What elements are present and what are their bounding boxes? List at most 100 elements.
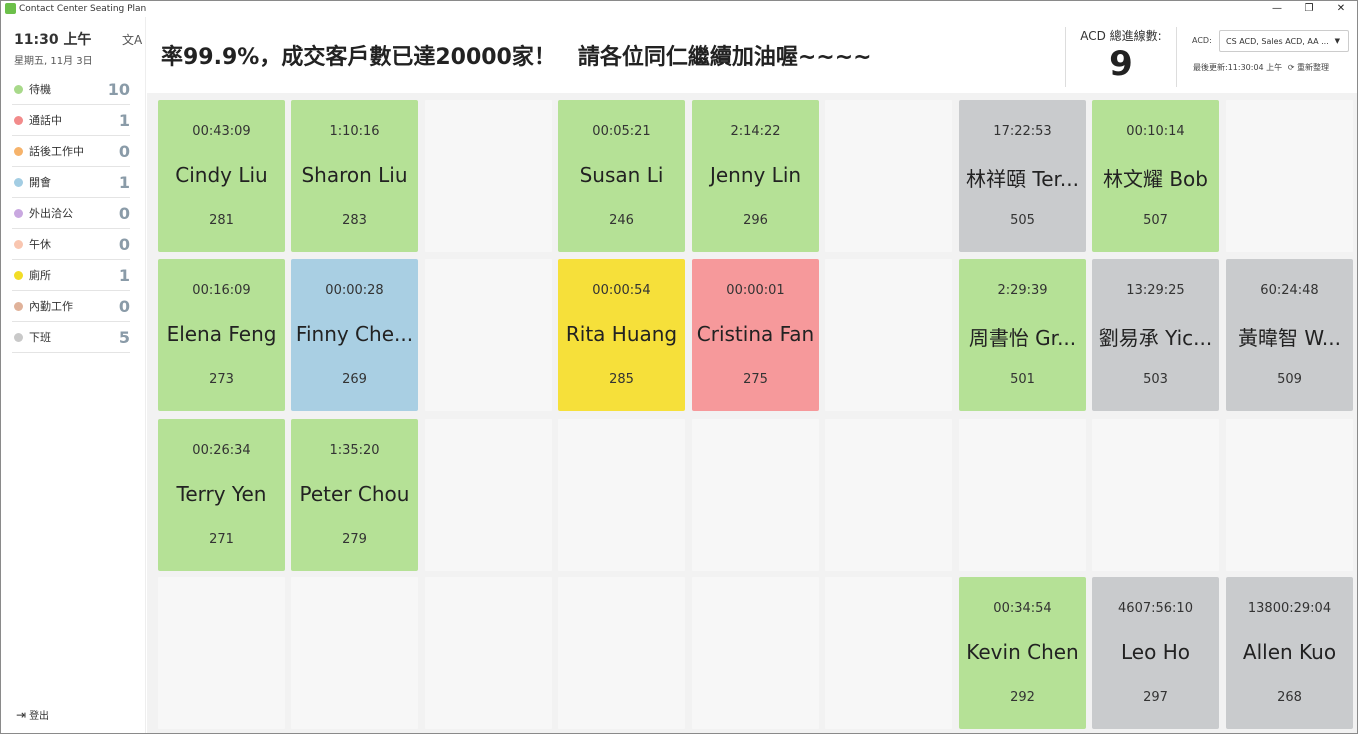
translate-icon[interactable]: 文A xyxy=(122,31,142,48)
status-dot-icon xyxy=(14,208,23,218)
seat-ext: 268 xyxy=(1277,690,1302,705)
empty-seat xyxy=(425,577,552,729)
status-label: 內勤工作 xyxy=(29,300,73,313)
status-dot-icon xyxy=(14,177,23,187)
seat-card[interactable]: 4607:56:10 Leo Ho 297 xyxy=(1092,577,1219,729)
seat-name: Sharon Liu xyxy=(301,163,408,187)
status-row: 午休 0 xyxy=(12,229,130,260)
seat-card[interactable]: 00:26:34 Terry Yen 271 xyxy=(158,419,285,571)
seat-name: Cindy Liu xyxy=(175,163,268,187)
status-dot-icon xyxy=(14,332,23,342)
logout-icon: ⇥ xyxy=(16,707,27,722)
status-dot-icon xyxy=(14,84,23,94)
status-row: 廁所 1 xyxy=(12,260,130,291)
empty-seat xyxy=(959,419,1086,571)
seat-ext: 246 xyxy=(609,213,634,228)
seat-card[interactable]: 00:00:01 Cristina Fan 275 xyxy=(692,259,819,411)
empty-seat xyxy=(692,419,819,571)
seat-card[interactable]: 2:14:22 Jenny Lin 296 xyxy=(692,100,819,252)
announcement-marquee: 率99.9%，成交客戶數已達20000家！ 請各位同仁繼續加油喔~~~~ xyxy=(161,45,872,70)
chevron-down-icon: ▼ xyxy=(1334,37,1340,45)
seat-time: 1:35:20 xyxy=(329,443,380,458)
status-count: 0 xyxy=(118,296,130,316)
minimize-button[interactable]: — xyxy=(1261,1,1293,16)
status-summary-list: 待機 10 通話中 1 話後工作中 0 開會 1 外出洽公 0 午休 0 廁所 1 內勤工作 0 下班 5 xyxy=(12,74,130,353)
last-updated-text: 最後更新:11:30:04 上午 xyxy=(1193,63,1283,72)
seat-name: 劉易承 Yic... xyxy=(1098,326,1213,350)
seat-ext: 501 xyxy=(1010,372,1035,387)
status-label: 通話中 xyxy=(29,114,62,127)
empty-seat xyxy=(291,577,418,729)
empty-seat xyxy=(558,577,685,729)
seat-card[interactable]: 00:34:54 Kevin Chen 292 xyxy=(959,577,1086,729)
seat-card[interactable]: 00:43:09 Cindy Liu 281 xyxy=(158,100,285,252)
seat-time: 00:05:21 xyxy=(592,124,651,139)
status-count: 1 xyxy=(118,265,130,285)
refresh-label: 重新整理 xyxy=(1296,63,1329,72)
seat-card[interactable]: 1:35:20 Peter Chou 279 xyxy=(291,419,418,571)
empty-seat xyxy=(825,259,952,411)
seat-card[interactable]: 00:00:28 Finny Che... 269 xyxy=(291,259,418,411)
acd-total-count: 9 xyxy=(1109,44,1133,84)
status-row: 待機 10 xyxy=(12,74,130,105)
seat-card[interactable]: 60:24:48 黃暐智 W... 509 xyxy=(1226,259,1353,411)
seat-card[interactable]: 00:10:14 林文耀 Bob 507 xyxy=(1092,100,1219,252)
seat-ext: 275 xyxy=(743,372,768,387)
status-count: 1 xyxy=(118,172,130,192)
seat-ext: 297 xyxy=(1143,690,1168,705)
seat-card[interactable]: 13:29:25 劉易承 Yic... 503 xyxy=(1092,259,1219,411)
status-count: 1 xyxy=(118,110,130,130)
title-bar: Contact Center Seating Plan — ❐ ✕ xyxy=(1,1,1357,16)
status-row: 話後工作中 0 xyxy=(12,136,130,167)
seat-ext: 509 xyxy=(1277,372,1302,387)
seat-time: 4607:56:10 xyxy=(1118,601,1193,616)
status-label: 廁所 xyxy=(29,269,51,282)
seat-name: Elena Feng xyxy=(166,322,277,346)
seat-name: Susan Li xyxy=(579,163,664,187)
close-button[interactable]: ✕ xyxy=(1325,1,1357,16)
seat-time: 00:34:54 xyxy=(993,601,1052,616)
seat-ext: 273 xyxy=(209,372,234,387)
seat-time: 1:10:16 xyxy=(329,124,380,139)
seat-card[interactable]: 2:29:39 周書怡 Gr... 501 xyxy=(959,259,1086,411)
window-controls: — ❐ ✕ xyxy=(1261,1,1357,16)
status-row: 外出洽公 0 xyxy=(12,198,130,229)
clock-time: 11:30 上午 xyxy=(14,32,92,48)
seat-name: Terry Yen xyxy=(176,482,267,506)
status-label: 待機 xyxy=(29,83,51,96)
seat-name: 黃暐智 W... xyxy=(1238,326,1341,350)
status-row: 下班 5 xyxy=(12,322,130,353)
seat-card[interactable]: 00:05:21 Susan Li 246 xyxy=(558,100,685,252)
refresh-button[interactable]: ⟳ 重新整理 xyxy=(1288,63,1329,72)
status-count: 10 xyxy=(107,79,130,99)
logout-button[interactable]: ⇥ 登出 xyxy=(16,707,49,723)
window-title: Contact Center Seating Plan xyxy=(19,3,147,14)
status-count: 5 xyxy=(118,327,130,347)
seat-name: Cristina Fan xyxy=(696,322,815,346)
seat-time: 2:29:39 xyxy=(997,283,1048,298)
seat-ext: 269 xyxy=(342,372,367,387)
status-dot-icon xyxy=(14,146,23,156)
seat-card[interactable]: 1:10:16 Sharon Liu 283 xyxy=(291,100,418,252)
seat-ext: 296 xyxy=(743,213,768,228)
seat-name: Rita Huang xyxy=(565,322,678,346)
status-label: 下班 xyxy=(29,331,51,344)
seat-ext: 285 xyxy=(609,372,634,387)
empty-seat xyxy=(1226,100,1353,252)
clock-date: 星期五, 11月 3日 xyxy=(14,56,93,67)
acd-select-dropdown[interactable]: CS ACD, Sales ACD, AA ... ▼ xyxy=(1219,30,1349,52)
seat-card[interactable]: 17:22:53 林祥頤 Ter... 505 xyxy=(959,100,1086,252)
restore-button[interactable]: ❐ xyxy=(1293,1,1325,16)
sidebar: 11:30 上午 星期五, 11月 3日 文A 待機 10 通話中 1 話後工作中 0 開會… xyxy=(2,17,146,733)
status-count: 0 xyxy=(118,203,130,223)
empty-seat xyxy=(692,577,819,729)
acd-total-box: ACD 總進線數: 9 xyxy=(1065,27,1177,87)
seat-card[interactable]: 00:00:54 Rita Huang 285 xyxy=(558,259,685,411)
seat-card[interactable]: 13800:29:04 Allen Kuo 268 xyxy=(1226,577,1353,729)
empty-seat xyxy=(425,100,552,252)
seat-card[interactable]: 00:16:09 Elena Feng 273 xyxy=(158,259,285,411)
seat-time: 60:24:48 xyxy=(1260,283,1319,298)
seat-ext: 279 xyxy=(342,532,367,547)
seat-time: 00:00:01 xyxy=(726,283,785,298)
empty-seat xyxy=(1226,419,1353,571)
